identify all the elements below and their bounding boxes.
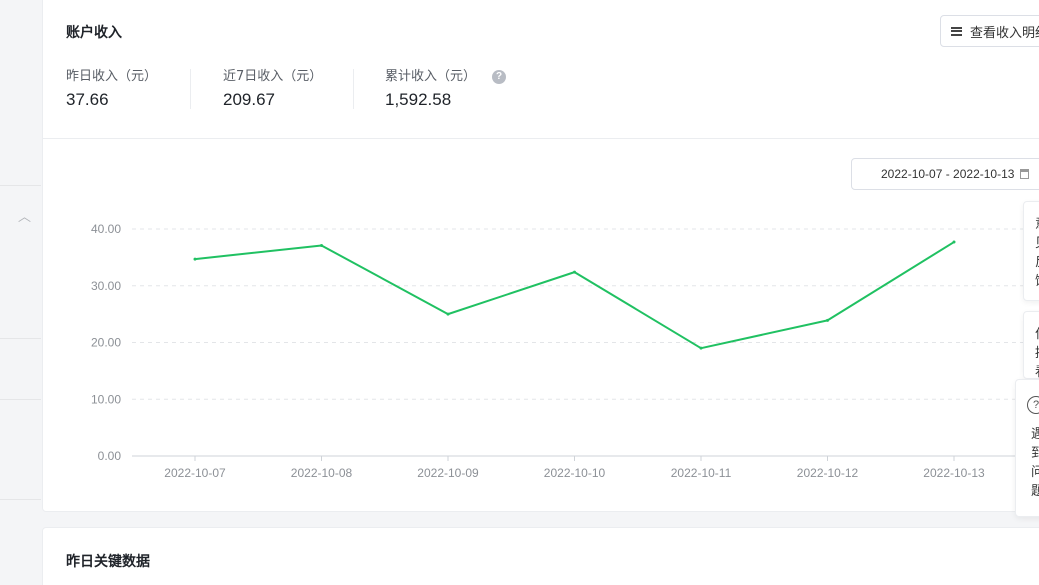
- x-tick-label: 2022-10-11: [671, 466, 732, 480]
- feedback-char: 意: [1035, 216, 1039, 234]
- feedback-char: 见: [1035, 235, 1039, 253]
- y-tick-label: 20.00: [91, 336, 121, 350]
- data-point: [573, 270, 576, 274]
- help-char: 到: [1031, 446, 1039, 461]
- data-point: [699, 346, 703, 350]
- data-point: [320, 243, 323, 247]
- x-tick-label: 2022-10-07: [164, 466, 226, 480]
- x-tick-label: 2022-10-13: [923, 466, 985, 480]
- question-icon: ?: [1027, 396, 1039, 414]
- data-point: [446, 312, 450, 316]
- help-char: 遇: [1031, 427, 1039, 442]
- y-tick-label: 0.00: [98, 449, 122, 463]
- sidebar-divider: [0, 499, 41, 500]
- x-tick-label: 2022-10-08: [291, 466, 353, 480]
- income-line-chart: 0.00 10.00 20.00 30.00 40.00 2022-10-07 2022-1…: [91, 222, 1039, 480]
- chevron-up-icon[interactable]: ︿: [18, 206, 31, 225]
- left-sidebar: ︿: [0, 0, 41, 585]
- feedback-panel[interactable]: 意 见 反 馈: [1023, 201, 1039, 301]
- y-tick-label: 40.00: [91, 222, 121, 236]
- sidebar-divider: [0, 399, 41, 400]
- data-point: [952, 240, 956, 244]
- help-char: 题: [1031, 484, 1039, 499]
- sidebar-divider: [0, 185, 41, 186]
- income-card: 账户收入 查看收入明细 昨日收入（元） 37.66 近7日收入（元） 209.6…: [42, 0, 1039, 512]
- x-tick-label: 2022-10-09: [417, 466, 479, 480]
- operation-char: 作: [1035, 326, 1039, 344]
- key-data-card: 昨日关键数据: [42, 527, 1039, 585]
- operation-panel[interactable]: 作 控 看: [1023, 311, 1039, 380]
- y-tick-label: 30.00: [91, 279, 121, 293]
- income-series-line: [194, 241, 955, 350]
- sidebar-divider: [0, 338, 41, 339]
- help-panel[interactable]: ? 遇 到 问 题: [1015, 379, 1039, 517]
- data-point: [826, 318, 829, 322]
- feedback-char: 馈: [1035, 273, 1039, 291]
- x-tick-label: 2022-10-10: [544, 466, 606, 480]
- feedback-char: 反: [1035, 254, 1039, 272]
- data-point: [193, 257, 197, 261]
- y-tick-label: 10.00: [91, 392, 121, 406]
- x-tick-label: 2022-10-12: [797, 466, 859, 480]
- help-char: 问: [1031, 465, 1039, 480]
- key-data-card-title: 昨日关键数据: [66, 554, 150, 570]
- operation-char: 控: [1035, 345, 1039, 363]
